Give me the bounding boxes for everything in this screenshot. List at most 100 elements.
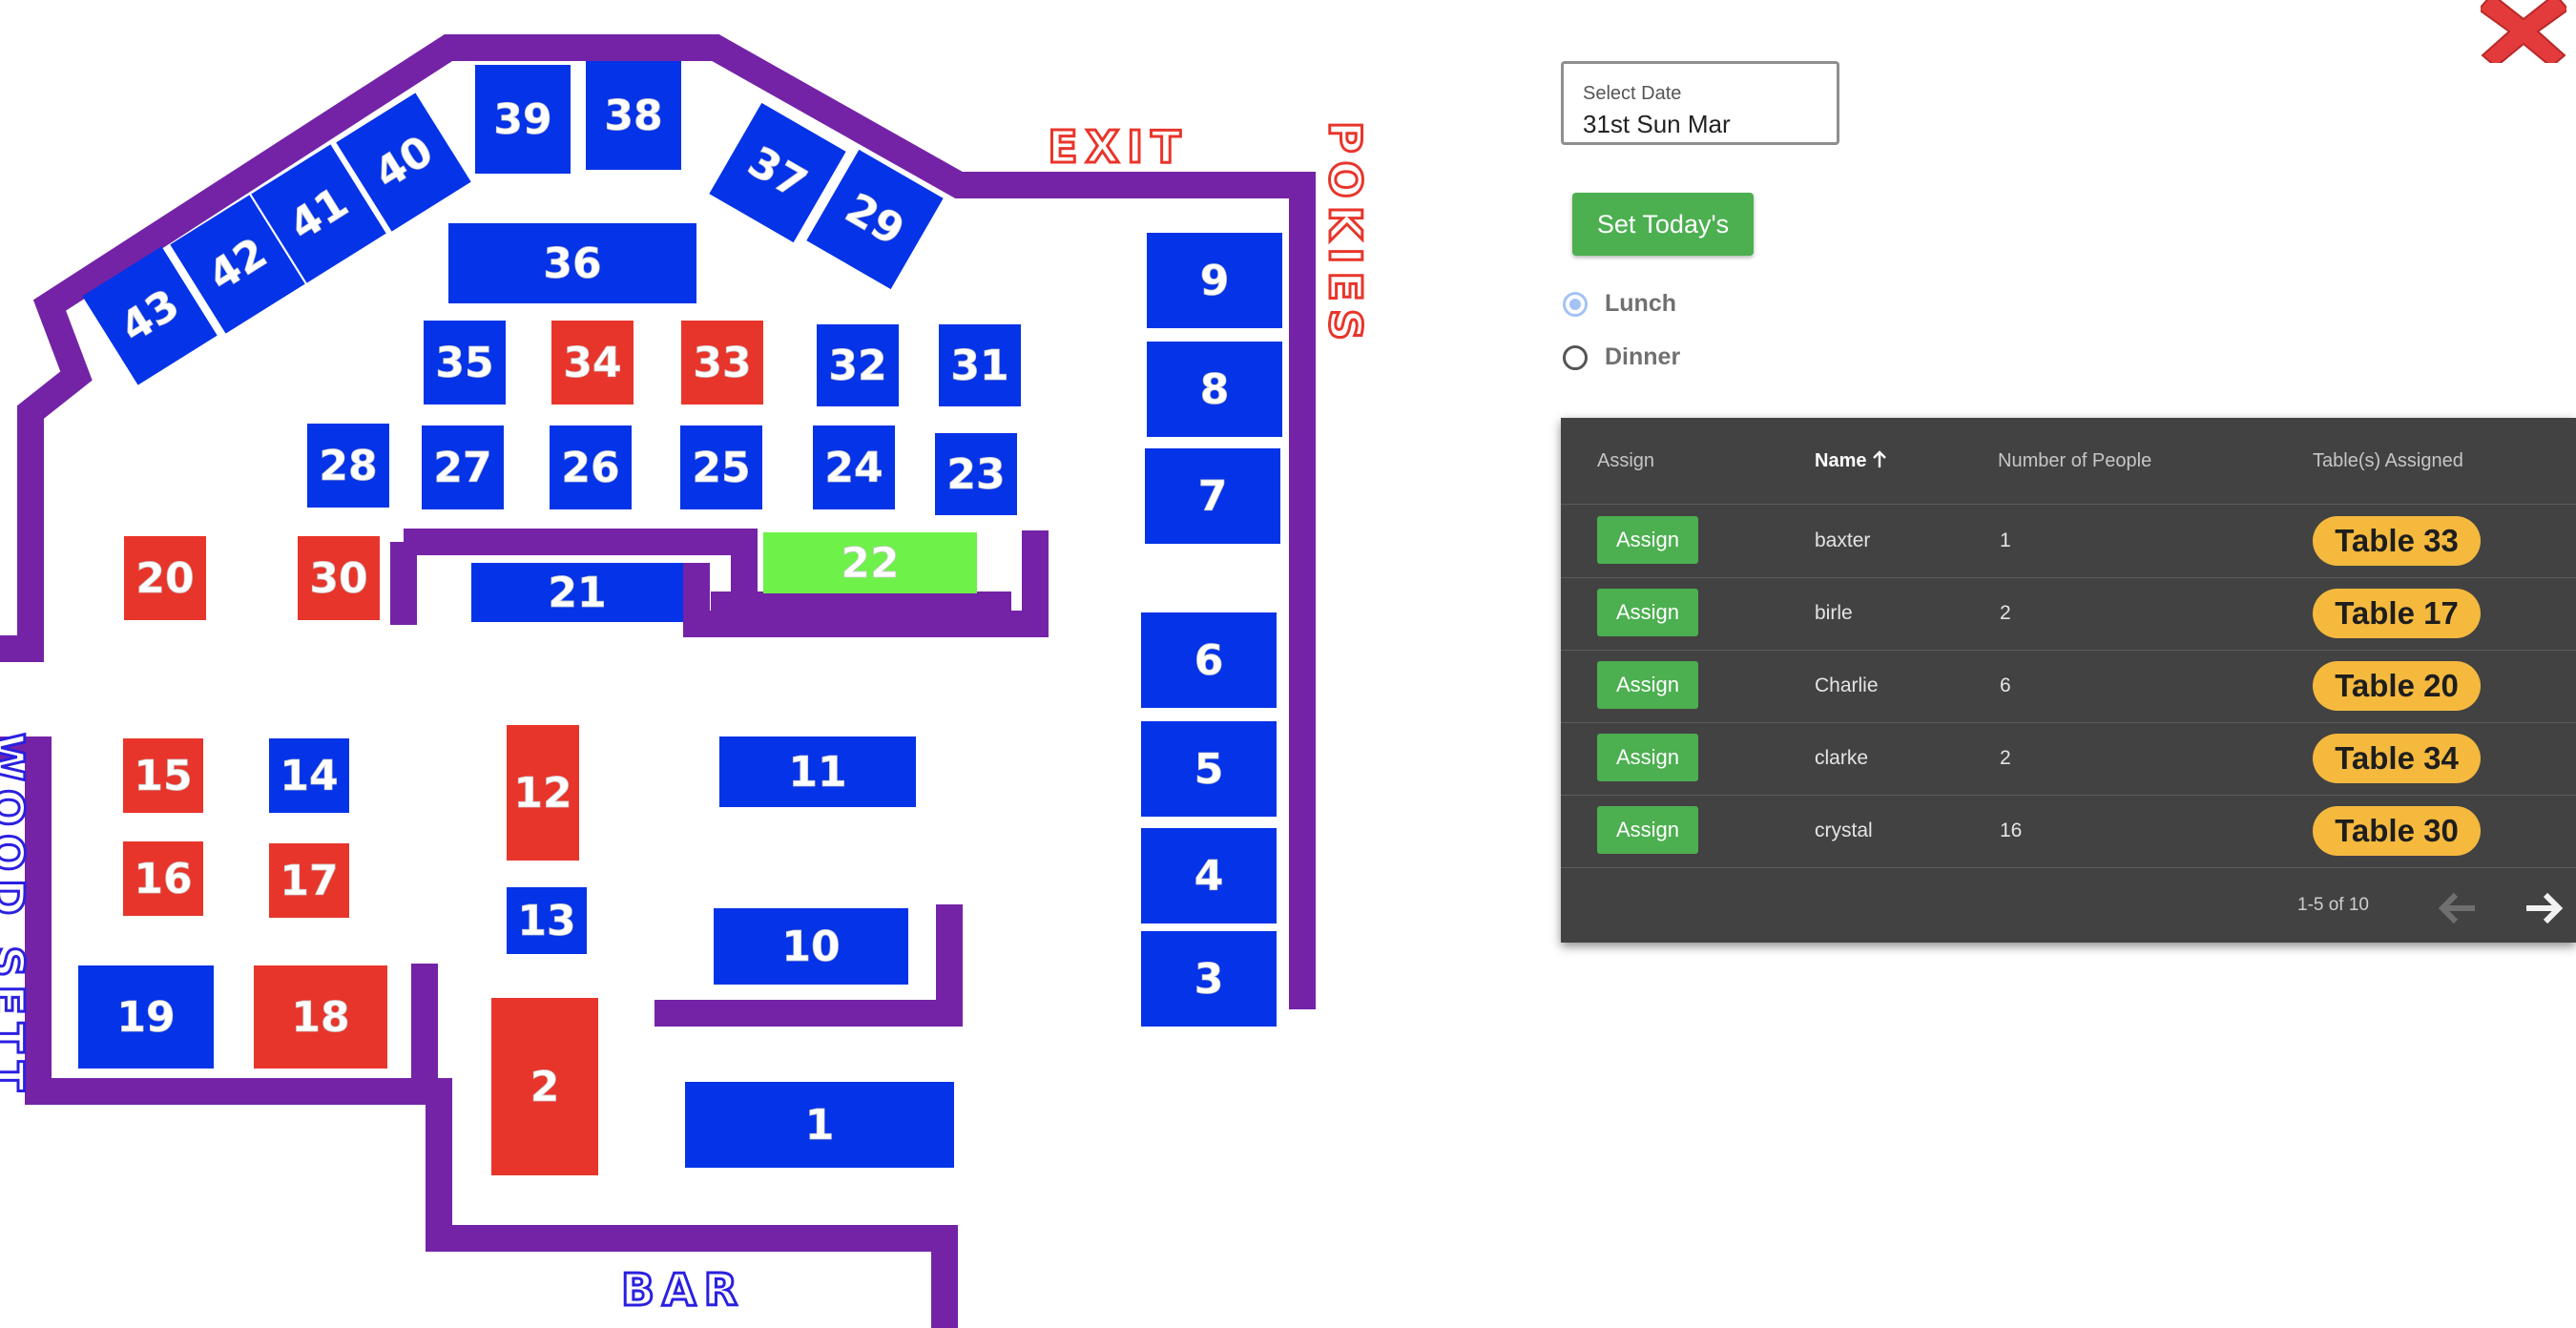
area-label-bar: BAR (621, 1264, 745, 1316)
assign-button[interactable]: Assign (1597, 734, 1698, 781)
table-19[interactable]: 19 (78, 965, 214, 1069)
assign-button[interactable]: Assign (1597, 589, 1698, 636)
table-row: Assign Charlie 6 Table 20 (1561, 650, 2576, 723)
area-label-exit: EXIT (1048, 121, 1188, 173)
table-10[interactable]: 10 (714, 908, 908, 985)
table-35[interactable]: 35 (424, 321, 506, 405)
arrow-left-icon[interactable] (2437, 889, 2479, 927)
table-14[interactable]: 14 (269, 738, 349, 813)
table-16[interactable]: 16 (123, 841, 203, 916)
table-24[interactable]: 24 (813, 425, 895, 509)
assign-button[interactable]: Assign (1597, 516, 1698, 564)
table-number: 35 (435, 339, 493, 387)
table-36[interactable]: 36 (448, 223, 696, 303)
column-header-name[interactable]: Name (1815, 450, 1887, 472)
table-chip[interactable]: Table 20 (2313, 661, 2481, 711)
radio-dinner[interactable]: Dinner (1563, 343, 1680, 371)
table-11[interactable]: 11 (719, 737, 916, 807)
table-7[interactable]: 7 (1145, 448, 1280, 544)
table-1[interactable]: 1 (685, 1082, 954, 1168)
table-number: 28 (319, 442, 377, 490)
table-header: Assign Name Number of People Table(s) As… (1561, 418, 2576, 505)
table-22[interactable]: 22 (763, 532, 977, 593)
table-32[interactable]: 32 (817, 324, 899, 406)
table-number: 24 (824, 444, 883, 492)
table-39[interactable]: 39 (475, 65, 571, 174)
table-number: 6 (1195, 636, 1224, 685)
guest-name: baxter (1815, 529, 1871, 551)
table-34[interactable]: 34 (551, 321, 634, 405)
table-number: 16 (134, 855, 192, 903)
radio-checked-icon[interactable] (1563, 291, 1588, 317)
arrow-right-icon[interactable] (2523, 889, 2565, 927)
table-number: 13 (517, 897, 575, 945)
table-6[interactable]: 6 (1141, 612, 1277, 708)
table-25[interactable]: 25 (680, 425, 762, 509)
table-number: 20 (135, 554, 194, 603)
pagination-range: 1-5 of 10 (2297, 895, 2369, 915)
radio-unchecked-icon[interactable] (1563, 344, 1588, 370)
people-count: 2 (2000, 747, 2011, 769)
set-today-button[interactable]: Set Today's (1572, 193, 1754, 256)
table-number: 14 (280, 752, 338, 800)
table-number: 11 (788, 748, 846, 797)
table-chip[interactable]: Table 34 (2313, 734, 2481, 783)
table-4[interactable]: 4 (1141, 828, 1277, 923)
table-18[interactable]: 18 (254, 965, 387, 1069)
table-2[interactable]: 2 (491, 998, 598, 1175)
assign-button[interactable]: Assign (1597, 806, 1698, 854)
table-number: 19 (116, 993, 175, 1042)
table-row: Assign birle 2 Table 17 (1561, 577, 2576, 651)
table-38[interactable]: 38 (586, 61, 681, 170)
area-label-pokies: POKIES (1319, 121, 1371, 348)
table-chip[interactable]: Table 30 (2313, 806, 2481, 856)
table-27[interactable]: 27 (422, 425, 504, 509)
table-number: 12 (513, 769, 571, 818)
table-number: 30 (309, 554, 367, 603)
table-number: 33 (693, 339, 751, 387)
table-31[interactable]: 31 (939, 324, 1021, 406)
table-13[interactable]: 13 (507, 887, 587, 954)
date-field[interactable]: Select Date 31st Sun Mar (1561, 61, 1839, 145)
table-30[interactable]: 30 (298, 536, 380, 620)
close-icon[interactable] (2481, 0, 2566, 63)
table-number: 15 (134, 752, 192, 800)
column-header-people[interactable]: Number of People (1998, 450, 2151, 472)
table-9[interactable]: 9 (1147, 233, 1282, 328)
table-chip[interactable]: Table 33 (2313, 516, 2481, 566)
table-number: 25 (692, 444, 750, 492)
table-number: 10 (781, 923, 840, 971)
table-12[interactable]: 12 (507, 725, 579, 861)
table-21[interactable]: 21 (471, 563, 683, 622)
people-count: 1 (2000, 529, 2011, 551)
table-number: 23 (946, 450, 1005, 499)
radio-lunch-label: Lunch (1605, 290, 1676, 317)
table-chip[interactable]: Table 17 (2313, 589, 2481, 638)
people-count: 16 (2000, 820, 2023, 841)
table-number: 36 (543, 239, 601, 288)
table-33[interactable]: 33 (681, 321, 763, 405)
table-17[interactable]: 17 (269, 843, 349, 918)
table-23[interactable]: 23 (935, 433, 1017, 515)
table-number: 38 (604, 92, 662, 140)
table-number: 1 (805, 1101, 835, 1150)
table-number: 34 (563, 339, 621, 387)
table-5[interactable]: 5 (1141, 721, 1277, 817)
radio-lunch[interactable]: Lunch (1563, 290, 1676, 318)
people-count: 2 (2000, 602, 2011, 624)
table-20[interactable]: 20 (124, 536, 206, 620)
assign-button[interactable]: Assign (1597, 661, 1698, 709)
table-row: Assign clarke 2 Table 34 (1561, 722, 2576, 796)
arrow-up-icon (1873, 450, 1886, 467)
column-header-tables[interactable]: Table(s) Assigned (2313, 450, 2463, 472)
table-3[interactable]: 3 (1141, 931, 1277, 1027)
table-number: 18 (291, 993, 349, 1042)
table-26[interactable]: 26 (550, 425, 632, 509)
table-8[interactable]: 8 (1147, 342, 1282, 437)
table-number: 39 (493, 95, 551, 144)
guest-name: clarke (1815, 747, 1869, 769)
table-15[interactable]: 15 (123, 738, 203, 813)
table-row: Assign crystal 16 Table 30 (1561, 795, 2576, 868)
table-28[interactable]: 28 (307, 424, 389, 508)
table-number: 21 (548, 569, 606, 617)
